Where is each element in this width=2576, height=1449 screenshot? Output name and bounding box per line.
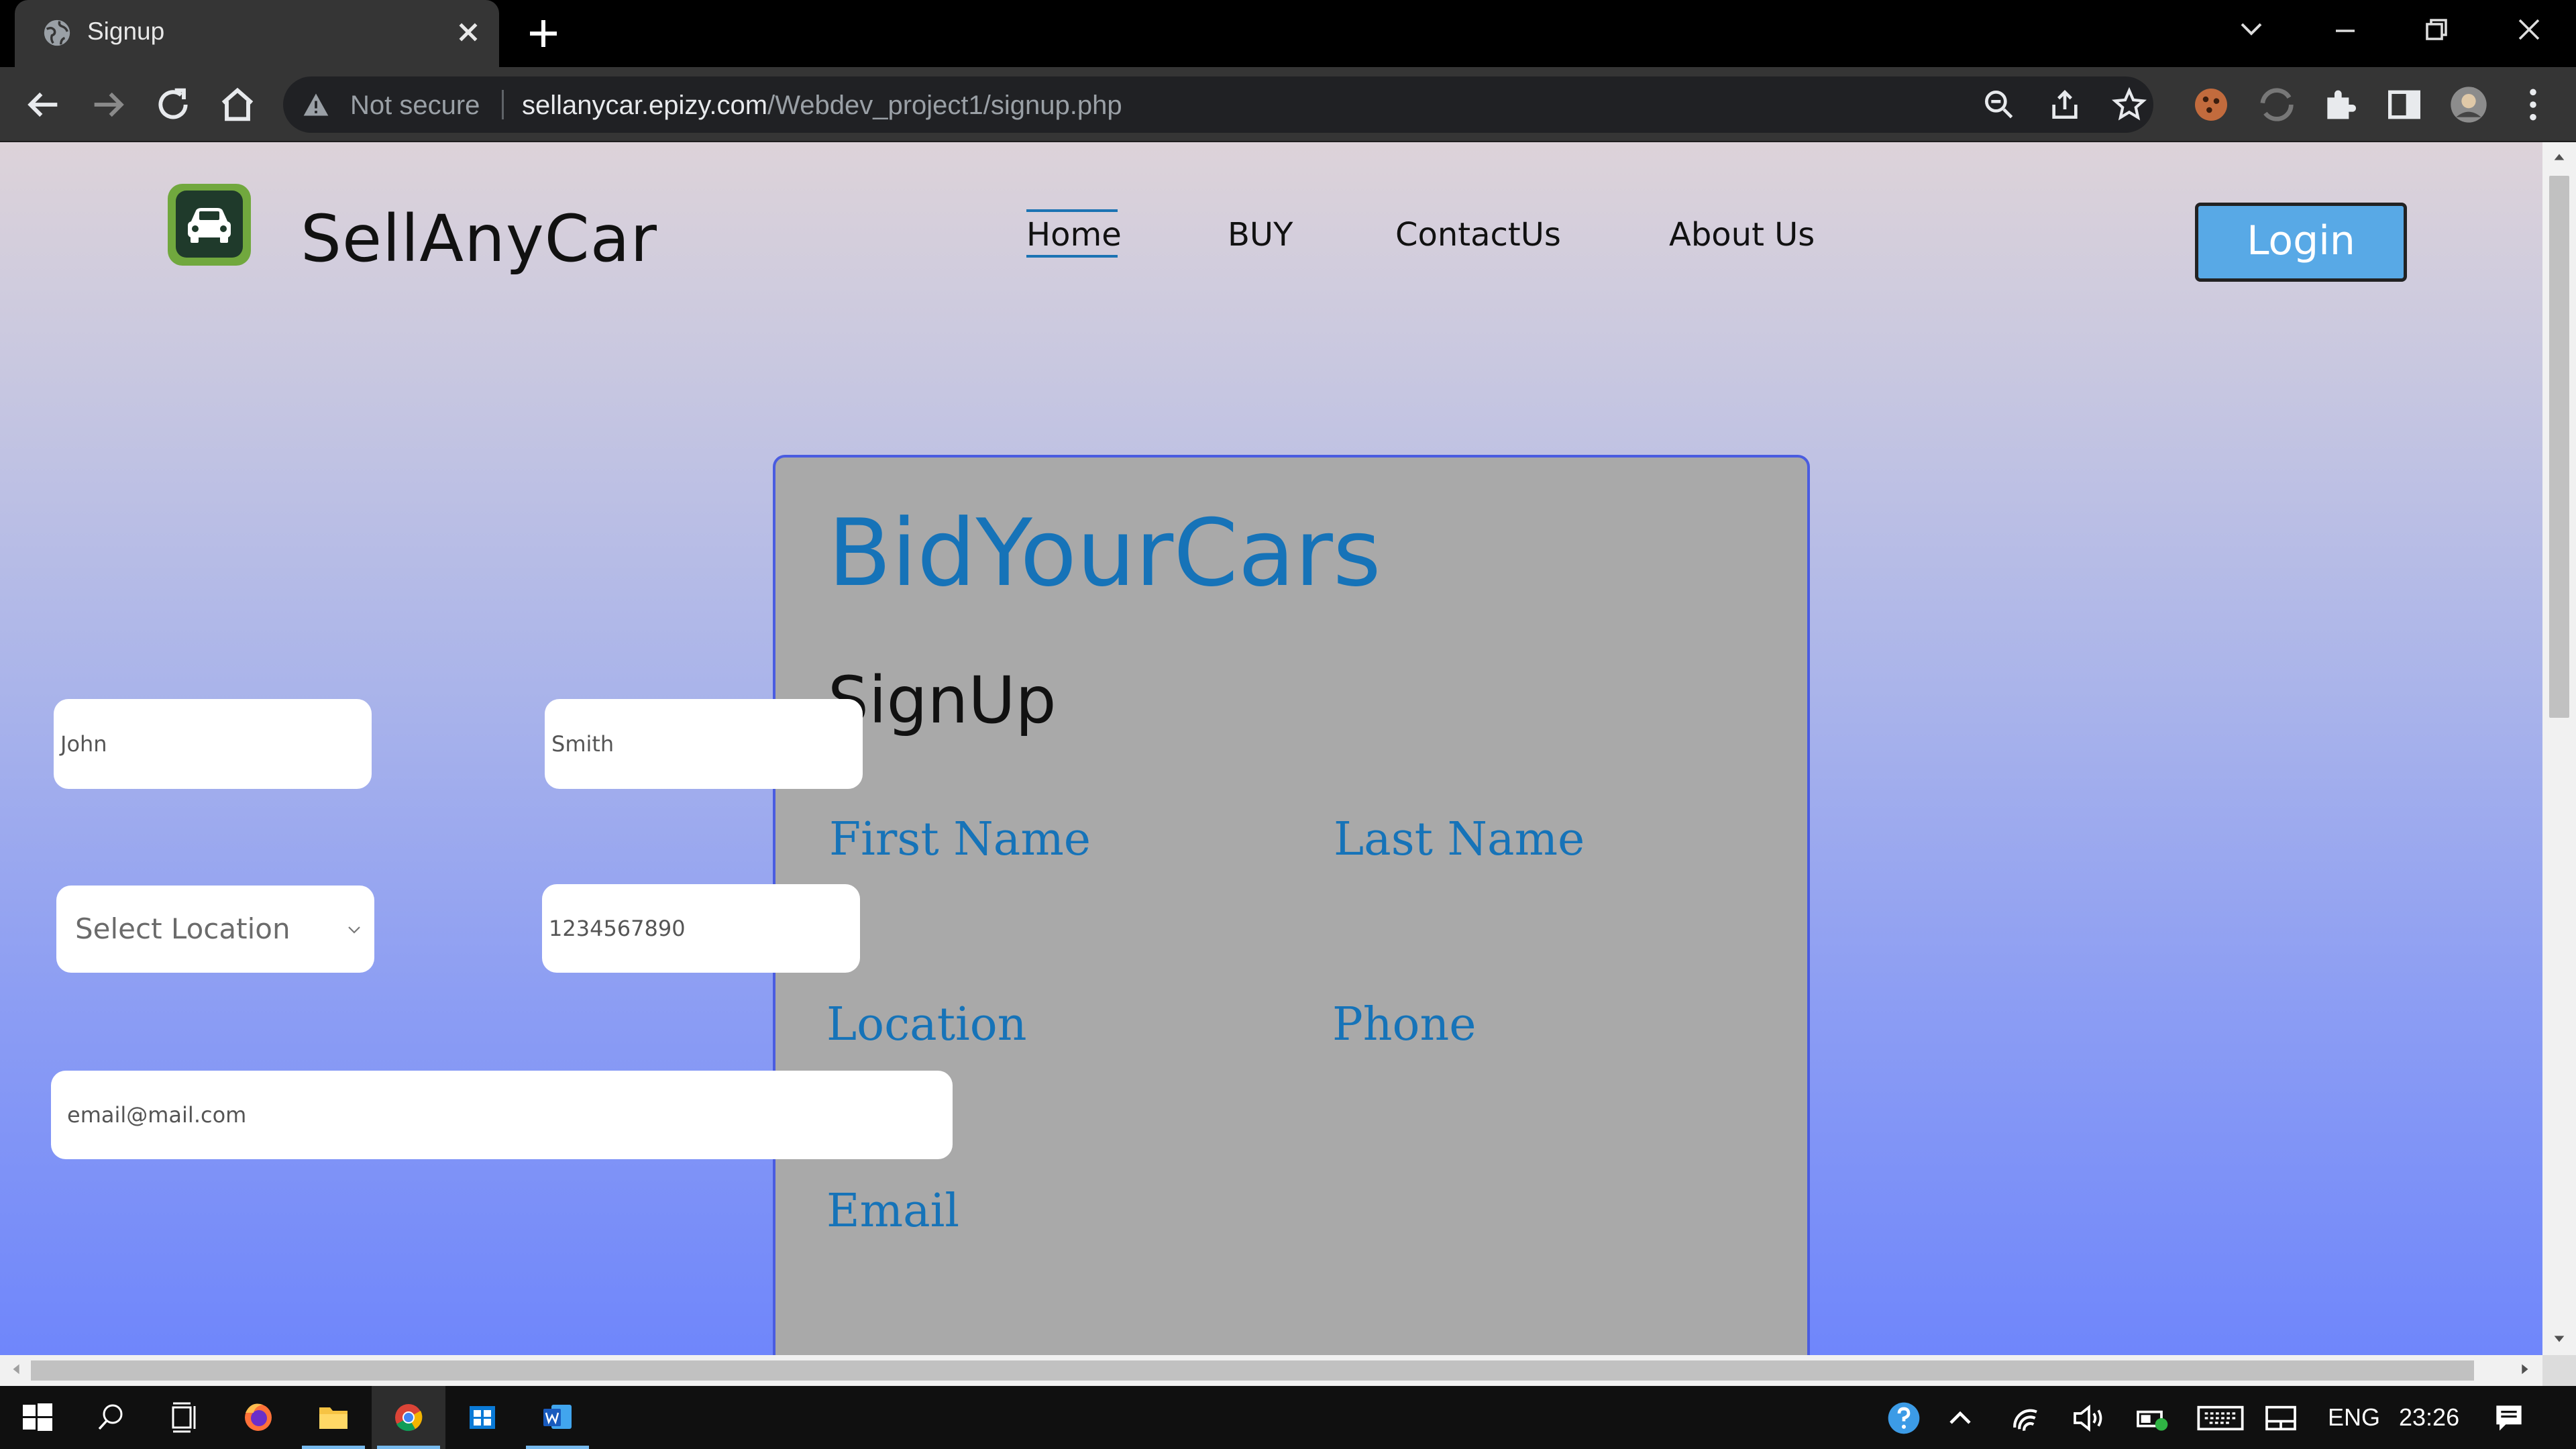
scrollbar-corner [2542,1355,2576,1386]
restore-icon[interactable] [2410,7,2463,54]
scroll-right-icon[interactable] [2517,1362,2532,1377]
email-input[interactable]: email@mail.com [51,1071,953,1159]
reload-icon[interactable] [152,83,195,126]
url-path: /Webdev_project1/signup.php [767,91,1122,120]
logo-background [176,191,243,258]
horizontal-scroll-thumb[interactable] [31,1360,2474,1381]
taskbar-chrome[interactable] [372,1386,445,1449]
language-indicator[interactable]: ENG [2328,1403,2380,1432]
chevron-up-icon[interactable] [1941,1399,1979,1437]
windows-taskbar: ENG 23:26 [0,1386,2576,1449]
phone-placeholder: 1234567890 [549,916,686,941]
nav-contact-us[interactable]: ContactUs [1395,216,1561,254]
scroll-left-icon[interactable] [9,1362,24,1377]
star-icon[interactable] [2110,86,2148,123]
phone-label: Phone [1332,998,1477,1051]
first-name-placeholder: John [60,731,107,757]
firefox-icon[interactable] [221,1386,295,1449]
battery-icon[interactable] [2133,1399,2171,1437]
word-icon [543,1405,572,1429]
nav-buy[interactable]: BUY [1228,216,1293,254]
forward-icon[interactable] [87,83,130,126]
horizontal-scrollbar[interactable] [0,1355,2542,1386]
tab-title: Signup [87,17,165,45]
browser-tab-strip: Signup [0,0,2576,68]
minimize-icon[interactable] [2318,7,2372,54]
running-indicator [302,1446,365,1449]
location-select[interactable]: Select Location [56,885,374,973]
omnibox-divider [502,90,504,119]
chevron-down-icon [348,926,360,934]
running-indicator [526,1446,589,1449]
home-icon[interactable] [216,83,259,126]
plus-icon[interactable] [523,13,564,54]
folder-icon [319,1407,347,1429]
task-view-icon[interactable] [148,1386,221,1449]
phone-input[interactable]: 1234567890 [542,884,860,973]
security-label[interactable]: Not secure [350,91,480,121]
chrome-icon [395,1404,423,1432]
first-name-label: First Name [829,813,1091,866]
page-viewport: SellAnyCar Home BUY ContactUs About Us L… [0,142,2542,1355]
chevron-down-icon[interactable] [2224,7,2278,54]
browser-toolbar: Not secure sellanycar.epizy.com/Webdev_p… [0,67,2576,142]
url-host: sellanycar.epizy.com [522,91,768,120]
nav-about-us[interactable]: About Us [1669,216,1815,254]
last-name-placeholder: Smith [551,731,614,757]
store-icon[interactable] [445,1386,519,1449]
scroll-down-icon[interactable] [2552,1331,2567,1346]
system-clock[interactable]: 23:26 [2399,1403,2459,1432]
last-name-label: Last Name [1334,813,1585,866]
address-bar[interactable]: Not secure sellanycar.epizy.com/Webdev_p… [283,76,2153,133]
sync-extension-icon[interactable] [2255,83,2298,126]
profile-icon[interactable] [2447,83,2490,126]
windows-start-icon[interactable] [0,1386,74,1449]
side-panel-icon[interactable] [2383,83,2426,126]
share-icon[interactable] [2046,86,2084,123]
url-text[interactable]: sellanycar.epizy.com/Webdev_project1/sig… [522,91,1122,121]
search-icon[interactable] [74,1386,148,1449]
cookie-extension-icon[interactable] [2190,83,2233,126]
running-indicator [377,1446,440,1449]
vertical-scrollbar[interactable] [2542,142,2576,1355]
window-close-icon[interactable] [2502,7,2556,54]
signup-card: BidYourCars SignUp First Name Last Name … [773,455,1810,1355]
nav-active-overline [1026,209,1118,212]
form-title: BidYourCars [828,499,1381,607]
close-icon[interactable] [449,13,487,51]
notification-icon[interactable] [2490,1399,2528,1437]
vertical-scroll-thumb[interactable] [2549,176,2569,718]
help-icon[interactable] [1885,1399,1923,1437]
email-label: Email [826,1185,960,1238]
keyboard-icon[interactable] [2195,1399,2246,1437]
tablet-mode-icon[interactable] [2262,1399,2300,1437]
browser-tab-signup[interactable]: Signup [15,0,499,68]
location-label: Location [826,998,1027,1051]
zoom-icon[interactable] [1980,86,2018,123]
warning-icon[interactable] [301,90,331,119]
kebab-menu-icon[interactable] [2512,83,2555,126]
location-selected-value: Select Location [75,912,290,945]
car-icon [188,208,231,243]
volume-icon[interactable] [2070,1399,2108,1437]
scroll-up-icon[interactable] [2552,150,2567,165]
email-placeholder: email@mail.com [67,1102,247,1128]
login-button[interactable]: Login [2195,203,2407,282]
puzzle-icon[interactable] [2318,83,2361,126]
taskbar-file-explorer[interactable] [297,1386,370,1449]
site-brand[interactable]: SellAnyCar [301,201,657,276]
taskbar-word[interactable] [521,1386,594,1449]
first-name-input[interactable]: John [54,699,372,789]
network-icon[interactable] [2008,1399,2046,1437]
back-icon[interactable] [21,83,64,126]
site-logo[interactable] [168,184,251,266]
globe-icon [44,19,70,46]
nav-home[interactable]: Home [1026,216,1122,254]
last-name-input[interactable]: Smith [545,699,863,789]
nav-active-underline [1026,255,1118,258]
